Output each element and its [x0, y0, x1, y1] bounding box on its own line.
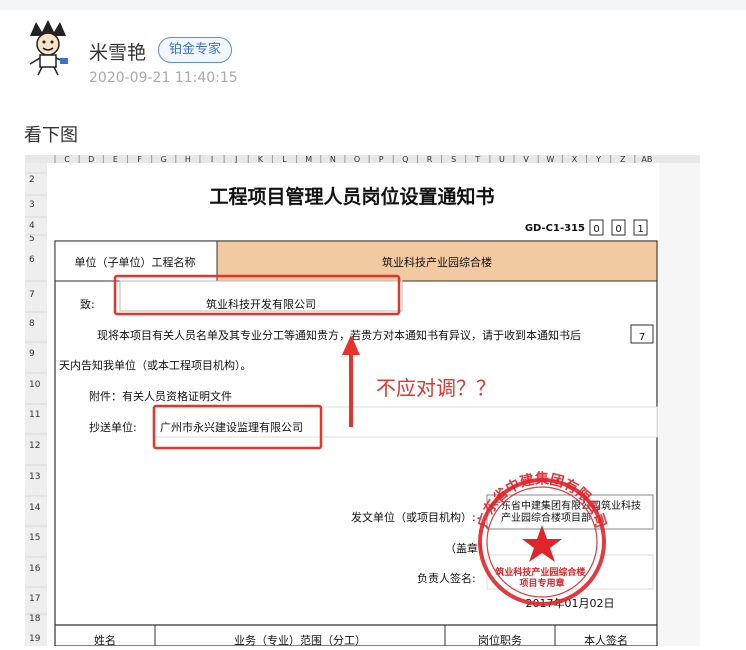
table-header-position: 岗位职务: [478, 633, 522, 646]
column-header[interactable]: M: [305, 155, 312, 164]
row-number[interactable]: 10: [29, 380, 41, 390]
row-number[interactable]: 12: [29, 441, 40, 451]
row-number[interactable]: 19: [29, 634, 41, 644]
annotation-text: 不应对调？？: [376, 376, 496, 400]
column-header[interactable]: T: [474, 155, 480, 164]
issuer-label: 发文单位（或项目机构）:: [351, 510, 476, 524]
to-label: 致:: [80, 297, 95, 311]
column-header[interactable]: D: [88, 155, 94, 164]
cc-value: 广州市永兴建设监理有限公司: [160, 420, 303, 434]
column-header[interactable]: Y: [595, 155, 601, 164]
column-header[interactable]: E: [113, 155, 118, 164]
row-number[interactable]: 4: [29, 221, 35, 231]
body-line-2: 天内告知我单位（或本工程项目机构）。: [59, 358, 252, 372]
column-header[interactable]: K: [258, 155, 264, 164]
column-header[interactable]: P: [379, 155, 384, 164]
top-strip: [0, 0, 746, 10]
row-number[interactable]: 18: [29, 614, 41, 624]
column-header[interactable]: Q: [402, 155, 408, 164]
table-header-signature: 本人签名: [584, 633, 628, 646]
column-header[interactable]: G: [161, 155, 167, 164]
code-box-2-value: 0: [615, 224, 621, 235]
cc-label: 抄送单位:: [89, 420, 137, 434]
row-number[interactable]: 9: [29, 349, 35, 359]
form-title: 工程项目管理人员岗位设置通知书: [209, 185, 494, 208]
table-header-scope: 业务（专业）范围（分工）: [234, 633, 366, 646]
row-number[interactable]: 14: [29, 503, 41, 513]
body-line-1: 现将本项目有关人员名单及其专业分工等通知贵方，若贵方对本通知书有异议，请于收到本…: [97, 328, 581, 342]
row-number[interactable]: 13: [29, 472, 40, 482]
row-number[interactable]: 6: [29, 255, 35, 265]
column-header[interactable]: R: [427, 155, 433, 164]
unit-value: 筑业科技产业园综合楼: [382, 255, 492, 269]
user-avatar[interactable]: [22, 18, 74, 76]
unit-label: 单位（子单位）工程名称: [75, 255, 196, 269]
column-header[interactable]: W: [546, 155, 554, 164]
column-header[interactable]: N: [330, 155, 336, 164]
column-header[interactable]: F: [137, 155, 142, 164]
column-header[interactable]: U: [499, 155, 505, 164]
avatar-icon: [29, 20, 68, 76]
row-number[interactable]: 11: [29, 410, 40, 420]
column-header[interactable]: O: [354, 155, 360, 164]
table-header-name: 姓名: [94, 633, 116, 646]
attachment-text: 附件：有关人员资格证明文件: [89, 389, 232, 403]
row-number[interactable]: 3: [29, 200, 35, 210]
to-value: 筑业科技开发有限公司: [206, 297, 316, 311]
person-label: 负责人签名:: [417, 571, 476, 585]
column-header[interactable]: X: [572, 155, 578, 164]
column-header[interactable]: C: [64, 155, 70, 164]
username[interactable]: 米雪艳: [89, 38, 146, 65]
row-number[interactable]: 7: [29, 290, 35, 300]
row-number[interactable]: 2: [29, 175, 35, 185]
column-header[interactable]: J: [234, 155, 237, 164]
spreadsheet-image: C D E F G H I J K L M N O P Q R S T U V W X Y Z AB 2 3 4 5 6 7 8 9 10 11 1…: [25, 155, 700, 647]
column-header[interactable]: L: [282, 155, 287, 164]
row-number[interactable]: 16: [29, 564, 41, 574]
code-box-3-value: 1: [637, 224, 643, 235]
row-number[interactable]: 17: [29, 594, 40, 604]
column-header[interactable]: AB: [641, 155, 652, 164]
row-number[interactable]: 15: [29, 533, 40, 543]
post-text: 看下图: [24, 125, 78, 146]
body-days: 7: [639, 332, 645, 343]
column-header[interactable]: H: [185, 155, 191, 164]
column-header[interactable]: I: [211, 155, 213, 164]
column-header[interactable]: V: [523, 155, 529, 164]
column-header[interactable]: Z: [620, 155, 626, 164]
row-number[interactable]: 8: [29, 319, 35, 329]
expert-badge: 铂金专家: [158, 37, 233, 63]
column-header[interactable]: S: [451, 155, 456, 164]
form-code: GD-C1-315: [525, 223, 585, 234]
code-box-1-value: 0: [593, 224, 599, 235]
post-timestamp: 2020-09-21 11:40:15: [89, 70, 238, 86]
